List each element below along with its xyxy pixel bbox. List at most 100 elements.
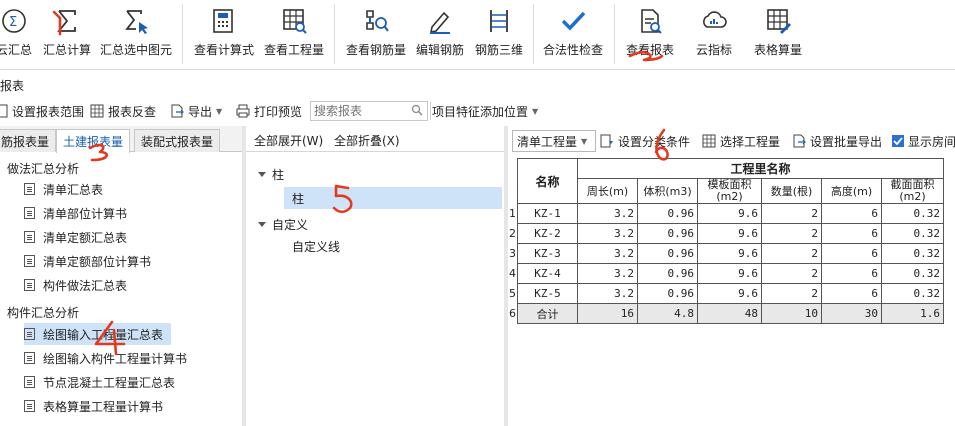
table-cell[interactable]: 16 [577,303,638,324]
table-cell[interactable]: 6 [821,223,882,244]
table-cell[interactable]: 9.6 [697,243,762,264]
table-cell[interactable]: 9.6 [697,223,762,244]
table-cell-name[interactable]: KZ-3 [517,243,578,264]
add-feature-dropdown[interactable]: 项目特征添加位置 ▼ [432,101,538,121]
cloud-summary-button[interactable]: Σ 云汇总 [0,0,34,68]
tree-node-custom[interactable]: 自定义 [258,216,308,233]
table-cell-name[interactable]: KZ-2 [517,223,578,244]
reverse-check-button[interactable]: 报表反查 [90,101,156,121]
report-list-item[interactable]: 表格算量工程量计算书 [24,395,171,417]
table-cell[interactable]: 6 [821,243,882,264]
print-preview-button[interactable]: 打印预览 [236,101,302,121]
tree-leaf-column[interactable]: 柱 [284,187,502,209]
table-cell[interactable]: 30 [821,303,882,324]
report-list-item-selected[interactable]: 绘图输入工程量汇总表 [24,323,172,345]
table-cell-name[interactable]: KZ-1 [517,203,578,224]
legality-check-button[interactable]: 合法性检查 [540,0,606,68]
table-cell[interactable]: 2 [761,263,822,284]
edit-rebar-button[interactable]: 编辑钢筋 [414,0,466,68]
table-cell[interactable]: 0.32 [881,263,944,284]
view-rebar-button[interactable]: 查看钢筋量 [344,0,408,68]
table-cell[interactable]: 3.2 [577,243,638,264]
report-search-box[interactable] [310,101,428,121]
table-cell[interactable]: 10 [761,303,822,324]
summary-calc-button[interactable]: 汇总计算 [40,0,94,68]
table-cell[interactable]: 6 [821,263,882,284]
table-cell[interactable]: 6 [821,283,882,304]
table-cell[interactable]: 0.32 [881,243,944,264]
table-cell[interactable]: 3.2 [577,283,638,304]
view-formula-button[interactable]: 查看计算式 [192,0,256,68]
report-list-item[interactable]: 清单部位计算书 [24,202,135,224]
quantity-type-select[interactable]: 清单工程量 ▼ [512,130,596,152]
tab-civil-report[interactable]: 土建报表量 [56,129,131,153]
report-search-input[interactable] [311,102,407,120]
group-component-summary[interactable]: 构件汇总分析 [7,304,79,321]
group-method-summary[interactable]: 做法汇总分析 [7,160,79,177]
table-cell[interactable]: 0.96 [637,223,698,244]
report-category-panel: 筋报表量 土建报表量 装配式报表量 做法汇总分析 清单汇总表 清单部位计算书 清… [0,126,242,426]
table-cell[interactable]: 2 [761,223,822,244]
table-cell[interactable]: 0.96 [637,263,698,284]
summary-selected-button[interactable]: 汇总选中图元 [98,0,174,68]
view-quantity-button[interactable]: 查看工程量 [262,0,326,68]
show-rooms-checkbox[interactable]: 显示房间 [892,131,955,151]
table-cell[interactable]: 0.96 [637,203,698,224]
table-total-row[interactable]: 6 合计 16 4.8 48 10 30 1.6 [508,303,944,324]
table-row[interactable]: 4 KZ-4 3.2 0.96 9.6 2 6 0.32 [508,263,944,284]
checkbox-checked-icon[interactable] [892,135,904,147]
search-icon[interactable] [411,104,423,119]
table-cell[interactable]: 0.32 [881,223,944,244]
export-label: 导出 [188,104,213,119]
table-cell-name[interactable]: KZ-5 [517,283,578,304]
table-cell[interactable]: 2 [761,243,822,264]
report-list-item[interactable]: 绘图输入构件工程量计算书 [24,347,195,369]
report-list-item[interactable]: 构件做法汇总表 [24,274,135,296]
table-cell[interactable]: 0.96 [637,283,698,304]
report-list-item[interactable]: 节点混凝土工程量汇总表 [24,371,183,393]
table-cell[interactable]: 9.6 [697,203,762,224]
table-row[interactable]: 1 KZ-1 3.2 0.96 9.6 2 6 0.32 [508,203,944,224]
table-row[interactable]: 2 KZ-2 3.2 0.96 9.6 2 6 0.32 [508,223,944,244]
table-cell[interactable]: 1.6 [881,303,944,324]
expand-all-button[interactable]: 全部展开(W) [254,132,323,149]
table-cell[interactable]: 48 [697,303,762,324]
report-list-item[interactable]: 清单汇总表 [24,178,111,200]
table-cell-name[interactable]: KZ-4 [517,263,578,284]
report-list-item[interactable]: 清单定额汇总表 [24,226,135,248]
table-cell[interactable]: 2 [761,203,822,224]
table-cell[interactable]: 0.32 [881,283,944,304]
table-cell[interactable]: 4.8 [637,303,698,324]
batch-export-button[interactable]: 设置批量导出 [792,131,882,151]
set-filter-button[interactable]: 设置分类条件 [600,131,690,151]
rebar-3d-button[interactable]: 钢筋三维 [472,0,526,68]
table-cell[interactable]: 0.32 [881,203,944,224]
table-cell[interactable]: 3.2 [577,223,638,244]
export-button[interactable]: 导出 ▼ [170,101,222,121]
table-row[interactable]: 3 KZ-3 3.2 0.96 9.6 2 6 0.32 [508,243,944,264]
tree-node-column[interactable]: 柱 [258,166,284,183]
table-cell[interactable]: 0.96 [637,243,698,264]
column-header: 截面面积(m2) [881,178,944,204]
table-cell[interactable]: 9.6 [697,263,762,284]
caret-down-icon[interactable] [258,172,266,177]
collapse-all-button[interactable]: 全部折叠(X) [334,132,400,149]
set-range-button[interactable]: 设置报表范围 [0,101,84,121]
table-cell[interactable]: 3.2 [577,203,638,224]
table-cell-name[interactable]: 合计 [517,303,578,324]
select-quantity-button[interactable]: 选择工程量 [702,131,780,151]
report-list-item[interactable]: 清单定额部位计算书 [24,250,159,272]
table-row[interactable]: 5 KZ-5 3.2 0.96 9.6 2 6 0.32 [508,283,944,304]
tab-rebar-report[interactable]: 筋报表量 [0,129,57,152]
caret-down-icon[interactable] [258,222,266,227]
view-report-button[interactable]: 查看报表 [622,0,678,68]
quantity-type-value: 清单工程量 [517,134,578,149]
tree-leaf-custom-line[interactable]: 自定义线 [284,235,340,257]
table-cell[interactable]: 2 [761,283,822,304]
table-cell[interactable]: 6 [821,203,882,224]
table-calc-button[interactable]: 表格算量 [748,0,808,68]
cloud-index-button[interactable]: 云指标 [690,0,738,68]
tab-prefab-report[interactable]: 装配式报表量 [134,129,221,152]
table-cell[interactable]: 3.2 [577,263,638,284]
table-cell[interactable]: 9.6 [697,283,762,304]
